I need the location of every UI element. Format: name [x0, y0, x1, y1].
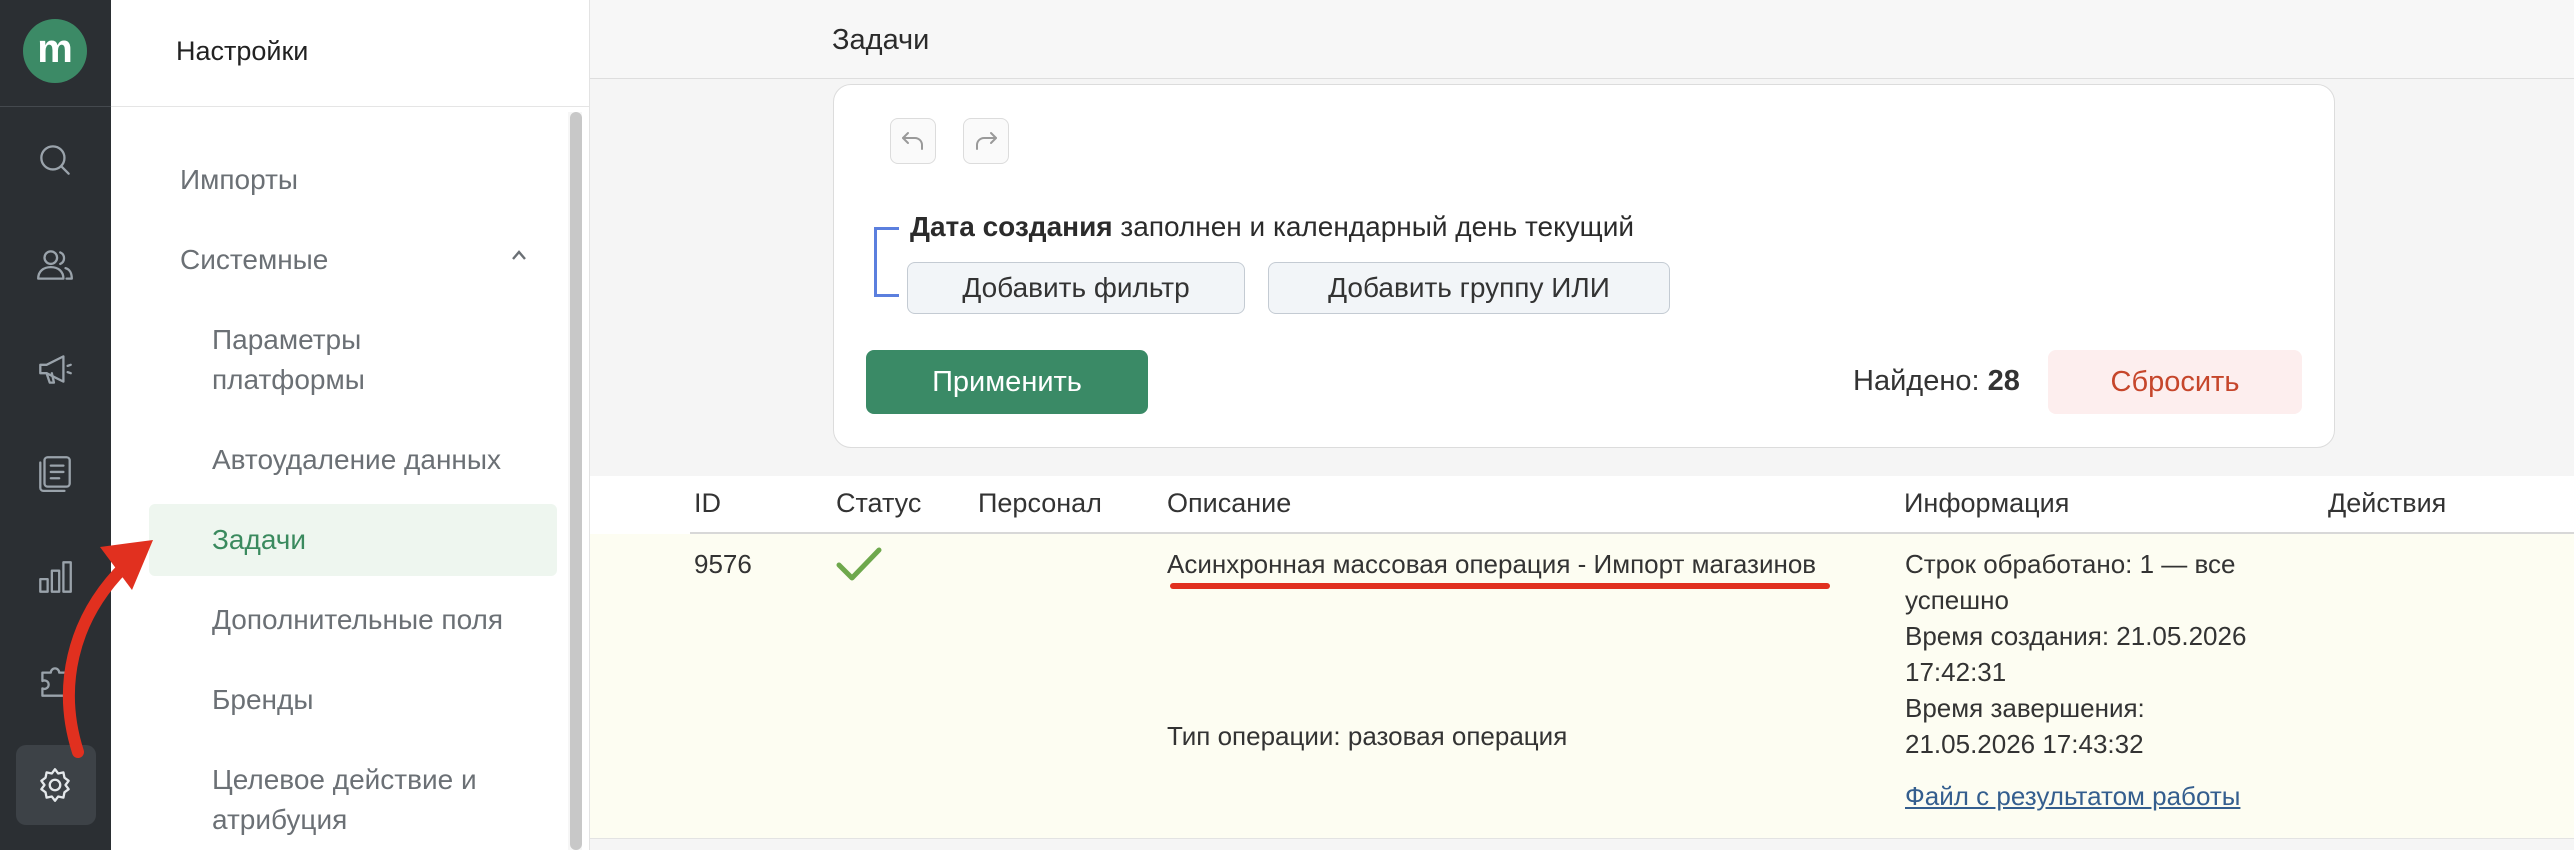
users-icon[interactable] — [30, 240, 80, 290]
cell-description: Асинхронная массовая операция - Импорт м… — [1167, 549, 1817, 579]
nav-item-imports[interactable]: Импорты — [180, 160, 298, 200]
settings-title: Настройки — [176, 36, 309, 66]
redo-icon — [976, 132, 997, 150]
nav-item-label: Целевое действие и — [212, 764, 477, 795]
found-count: Найдено: 28 — [1853, 365, 2020, 398]
gear-icon[interactable] — [30, 760, 80, 810]
page-title: Задачи — [832, 24, 930, 56]
table-header: ID Статус Персонал Описание Информация Д… — [590, 476, 2574, 534]
column-header-info[interactable]: Информация — [1904, 488, 2069, 519]
nav-item-auto-delete[interactable]: Автоудаление данных — [212, 440, 501, 480]
rail-divider — [0, 106, 111, 107]
nav-item-label: атрибуция — [212, 804, 348, 835]
cell-info: Строк обработано: 1 — все успешно Время … — [1905, 546, 2246, 814]
column-header-staff[interactable]: Персонал — [978, 488, 1102, 519]
info-line: Время создания: 21.05.2026 — [1905, 621, 2247, 651]
puzzle-icon[interactable] — [30, 656, 80, 706]
icon-rail: m — [0, 0, 111, 850]
filter-card: Дата создания заполнен и календарный ден… — [833, 84, 2335, 448]
add-or-group-button[interactable]: Добавить группу ИЛИ — [1268, 262, 1670, 314]
nav-item-brands[interactable]: Бренды — [212, 680, 313, 720]
settings-divider — [111, 106, 589, 107]
filter-condition-field: Дата создания — [910, 211, 1113, 242]
filter-group-bracket — [874, 227, 899, 297]
logo-letter: m — [37, 27, 73, 71]
undo-icon — [902, 132, 923, 150]
settings-panel: Настройки Импорты Системные Параметры пл… — [111, 0, 590, 850]
info-line: успешно — [1905, 585, 2009, 615]
cell-operation-type: Тип операции: разовая операция — [1167, 721, 1568, 751]
filter-condition-text: заполнен и календарный день текущий — [1112, 211, 1634, 242]
found-number: 28 — [1987, 365, 2020, 397]
filter-condition[interactable]: Дата создания заполнен и календарный ден… — [910, 211, 1634, 243]
nav-item-label: Параметры — [212, 324, 362, 355]
search-icon[interactable] — [30, 135, 80, 185]
main-header: Задачи — [590, 0, 2574, 79]
reset-button[interactable]: Сбросить — [2048, 350, 2302, 414]
undo-button[interactable] — [890, 118, 936, 164]
result-file-link[interactable]: Файл с результатом работы — [1905, 781, 2240, 811]
scrollbar-thumb[interactable] — [570, 112, 582, 850]
documents-icon[interactable] — [30, 448, 80, 498]
cell-id: 9576 — [694, 549, 752, 579]
add-filter-button[interactable]: Добавить фильтр — [907, 262, 1245, 314]
redo-button[interactable] — [963, 118, 1009, 164]
table-row[interactable]: 9576 Асинхронная массовая операция - Имп… — [590, 534, 2574, 839]
nav-item-tasks[interactable]: Задачи — [212, 520, 306, 560]
nav-item-system[interactable]: Системные — [180, 240, 328, 280]
nav-item-platform-params[interactable]: Параметры платформы — [212, 320, 365, 400]
status-success-icon — [835, 544, 883, 593]
info-line: 21.05.2026 17:43:32 — [1905, 729, 2144, 759]
info-line: Строк обработано: 1 — все — [1905, 549, 2236, 579]
nav-active-highlight — [149, 504, 557, 576]
apply-button[interactable]: Применить — [866, 350, 1148, 414]
app-logo[interactable]: m — [23, 19, 87, 83]
nav-item-extra-fields[interactable]: Дополнительные поля — [212, 600, 503, 640]
nav-item-label: платформы — [212, 364, 365, 395]
megaphone-icon[interactable] — [30, 344, 80, 394]
column-header-id[interactable]: ID — [694, 488, 721, 519]
found-label: Найдено: — [1853, 365, 1988, 397]
info-line: 17:42:31 — [1905, 657, 2007, 687]
chevron-up-icon[interactable] — [509, 248, 529, 262]
annotation-underline — [1170, 583, 1830, 589]
main-area: Задачи Дата создания заполнен и календар… — [590, 0, 2574, 850]
nav-item-target-action[interactable]: Целевое действие и атрибуция — [212, 760, 477, 840]
column-header-actions[interactable]: Действия — [2328, 488, 2446, 519]
info-line: Время завершения: — [1905, 693, 2145, 723]
column-header-description[interactable]: Описание — [1167, 488, 1291, 519]
column-header-status[interactable]: Статус — [836, 488, 921, 519]
bar-chart-icon[interactable] — [30, 552, 80, 602]
